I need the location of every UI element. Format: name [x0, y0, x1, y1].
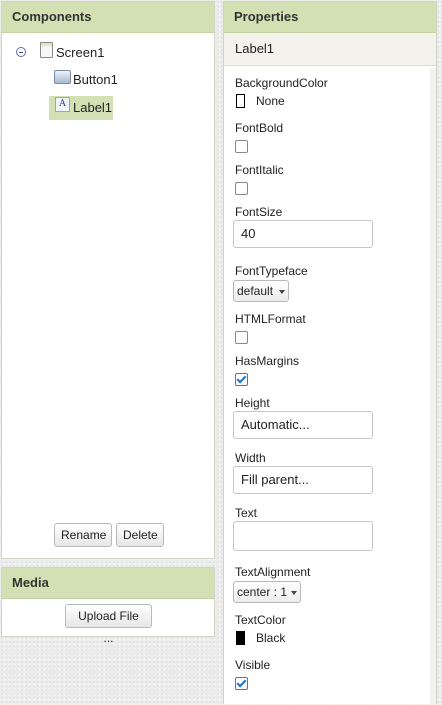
components-header: Components [2, 2, 214, 33]
prop-label-hasmargins: HasMargins [235, 354, 300, 368]
fontitalic-checkbox[interactable] [235, 182, 248, 195]
rename-button[interactable]: Rename [54, 523, 112, 547]
tree-item-label: Button1 [73, 72, 118, 87]
selected-component-name: Label1 [224, 33, 436, 66]
upload-file-button[interactable]: Upload File ... [65, 604, 152, 645]
components-panel: Components Screen1 Button1 A Label1 Rena… [1, 1, 215, 559]
properties-scrollbar[interactable] [430, 68, 436, 705]
width-input[interactable]: Fill parent... [233, 466, 373, 494]
prop-label-fonttypeface: FontTypeface [235, 264, 308, 278]
textcolor-swatch[interactable] [236, 631, 245, 645]
prop-label-textcolor: TextColor [235, 613, 286, 627]
prop-label-width: Width [235, 451, 266, 465]
properties-panel: Properties Label1 BackgroundColor None F… [223, 1, 437, 705]
prop-label-text: Text [235, 506, 258, 520]
prop-label-fontsize: FontSize [235, 205, 283, 219]
textalignment-value: center : 1 [237, 585, 288, 599]
collapse-toggle-icon[interactable] [16, 47, 26, 57]
text-input[interactable] [233, 521, 373, 551]
fontsize-input[interactable]: 40 [233, 220, 373, 248]
hasmargins-checkbox[interactable] [235, 373, 248, 386]
properties-header: Properties [224, 2, 436, 33]
tree-item-label: Screen1 [56, 45, 105, 60]
button-component-icon [54, 70, 71, 84]
textalignment-dropdown[interactable]: center : 1 [233, 581, 301, 603]
prop-label-textalignment: TextAlignment [235, 565, 311, 579]
prop-label-fontitalic: FontItalic [235, 163, 284, 177]
chevron-down-icon [291, 591, 297, 595]
delete-button[interactable]: Delete [116, 523, 164, 547]
screen-icon [40, 42, 53, 58]
fonttypeface-dropdown[interactable]: default [233, 280, 289, 302]
prop-label-htmlformat: HTMLFormat [235, 312, 306, 326]
height-input[interactable]: Automatic... [233, 411, 373, 439]
prop-label-fontbold: FontBold [235, 121, 284, 135]
fontbold-checkbox[interactable] [235, 140, 248, 153]
prop-label-backgroundcolor: BackgroundColor [235, 76, 328, 90]
tree-item-label: Label1 [73, 100, 113, 115]
prop-label-visible: Visible [235, 658, 271, 672]
htmlformat-checkbox[interactable] [235, 331, 248, 344]
media-header: Media [2, 568, 214, 599]
media-panel: Media Upload File ... [1, 567, 215, 645]
backgroundcolor-swatch[interactable] [236, 94, 245, 108]
backgroundcolor-value[interactable]: None [256, 94, 285, 108]
prop-label-height: Height [235, 396, 270, 410]
visible-checkbox[interactable] [235, 677, 248, 690]
fonttypeface-value: default [237, 284, 274, 298]
label-component-icon: A [55, 97, 70, 112]
chevron-down-icon [279, 290, 285, 294]
textcolor-value[interactable]: Black [256, 631, 285, 645]
